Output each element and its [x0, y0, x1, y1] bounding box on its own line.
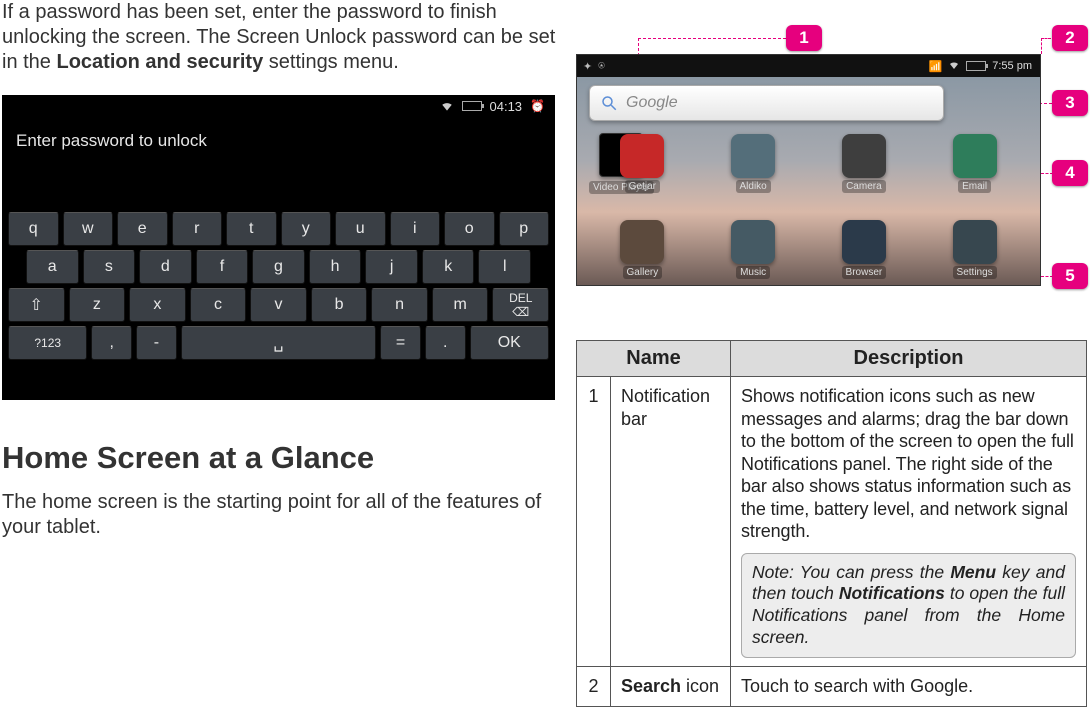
- keyboard-key[interactable]: w: [63, 212, 114, 246]
- home-screenshot: ✦ ⍟ 📶 7:55 pm Google Video Player Getjar…: [576, 54, 1041, 286]
- keyboard-key[interactable]: z: [69, 288, 126, 322]
- keyboard-key[interactable]: x: [129, 288, 186, 322]
- search-box[interactable]: Google: [589, 85, 944, 121]
- keyboard-key[interactable]: b: [311, 288, 368, 322]
- keyboard-key[interactable]: =: [380, 326, 421, 360]
- unlock-prompt: Enter password to unlock: [2, 117, 555, 165]
- keyboard-key[interactable]: i: [390, 212, 441, 246]
- keyboard-key[interactable]: OK: [470, 326, 549, 360]
- signal-icon: 📶: [929, 60, 943, 73]
- keyboard-key[interactable]: s: [83, 250, 136, 284]
- app-browser[interactable]: Browser: [832, 220, 896, 279]
- keyboard-key[interactable]: ?123: [8, 326, 87, 360]
- home-screen-heading: Home Screen at a Glance: [2, 440, 557, 476]
- app-getjar[interactable]: Getjar: [610, 134, 674, 193]
- wifi-icon: [948, 59, 960, 74]
- keyboard-key[interactable]: p: [499, 212, 550, 246]
- badge-3: 3: [1052, 90, 1088, 116]
- unlock-screenshot: 04:13 ⏰ Enter password to unlock qwertyu…: [2, 95, 555, 400]
- badge-5: 5: [1052, 263, 1088, 289]
- keyboard-key[interactable]: DEL⌫: [492, 288, 549, 322]
- th-name: Name: [577, 341, 731, 377]
- keyboard-key[interactable]: .: [425, 326, 466, 360]
- keyboard-key[interactable]: e: [117, 212, 168, 246]
- wifi-icon: [440, 99, 454, 113]
- intro-text: If a password has been set, enter the pa…: [2, 0, 557, 75]
- table-row: 1 Notification bar Shows notification ic…: [577, 377, 1087, 667]
- keyboard-key[interactable]: y: [281, 212, 332, 246]
- keyboard-key[interactable]: h: [309, 250, 362, 284]
- keyboard-key[interactable]: v: [250, 288, 307, 322]
- keyboard-key[interactable]: o: [444, 212, 495, 246]
- sd-icon: ✦: [583, 60, 592, 73]
- app-music[interactable]: Music: [721, 220, 785, 279]
- keyboard-key[interactable]: u: [335, 212, 386, 246]
- table-row: 2 Search icon Touch to search with Googl…: [577, 667, 1087, 707]
- keyboard-key[interactable]: -: [136, 326, 177, 360]
- unlock-time: 04:13: [490, 99, 523, 114]
- battery-icon: [462, 101, 482, 111]
- keyboard-key[interactable]: g: [252, 250, 305, 284]
- keyboard: qwertyuiop asdfghjkl ⇧zxcvbnmDEL⌫ ?123,-…: [2, 212, 555, 364]
- badge-2: 2: [1052, 25, 1088, 51]
- hs-time: 7:55 pm: [992, 60, 1032, 72]
- app-settings[interactable]: Settings: [943, 220, 1007, 279]
- keyboard-key[interactable]: n: [371, 288, 428, 322]
- search-icon: [600, 94, 618, 112]
- keyboard-key[interactable]: m: [432, 288, 489, 322]
- app-gallery[interactable]: Gallery: [610, 220, 674, 279]
- keyboard-key[interactable]: q: [8, 212, 59, 246]
- keyboard-key[interactable]: j: [365, 250, 418, 284]
- app-camera[interactable]: Camera: [832, 134, 896, 193]
- keyboard-key[interactable]: a: [26, 250, 79, 284]
- th-desc: Description: [731, 341, 1087, 377]
- keyboard-key[interactable]: f: [196, 250, 249, 284]
- keyboard-key[interactable]: c: [190, 288, 247, 322]
- keyboard-key[interactable]: ⇧: [8, 288, 65, 322]
- badge-1: 1: [786, 25, 822, 51]
- home-screen-subtext: The home screen is the starting point fo…: [2, 490, 557, 540]
- search-placeholder: Google: [626, 94, 678, 112]
- app-email[interactable]: Email: [943, 134, 1007, 193]
- keyboard-key[interactable]: t: [226, 212, 277, 246]
- parts-table: Name Description 1 Notification bar Show…: [576, 340, 1087, 707]
- keyboard-key[interactable]: ␣: [181, 326, 376, 360]
- app-aldiko[interactable]: Aldiko: [721, 134, 785, 193]
- badge-4: 4: [1052, 160, 1088, 186]
- android-icon: ⍟: [598, 60, 605, 73]
- battery-icon: [966, 61, 986, 71]
- alarm-icon: ⏰: [530, 99, 545, 113]
- keyboard-key[interactable]: d: [139, 250, 192, 284]
- keyboard-key[interactable]: r: [172, 212, 223, 246]
- keyboard-key[interactable]: k: [422, 250, 475, 284]
- keyboard-key[interactable]: l: [478, 250, 531, 284]
- keyboard-key[interactable]: ,: [91, 326, 132, 360]
- note-box: Note: You can press the Menu key and the…: [741, 553, 1076, 659]
